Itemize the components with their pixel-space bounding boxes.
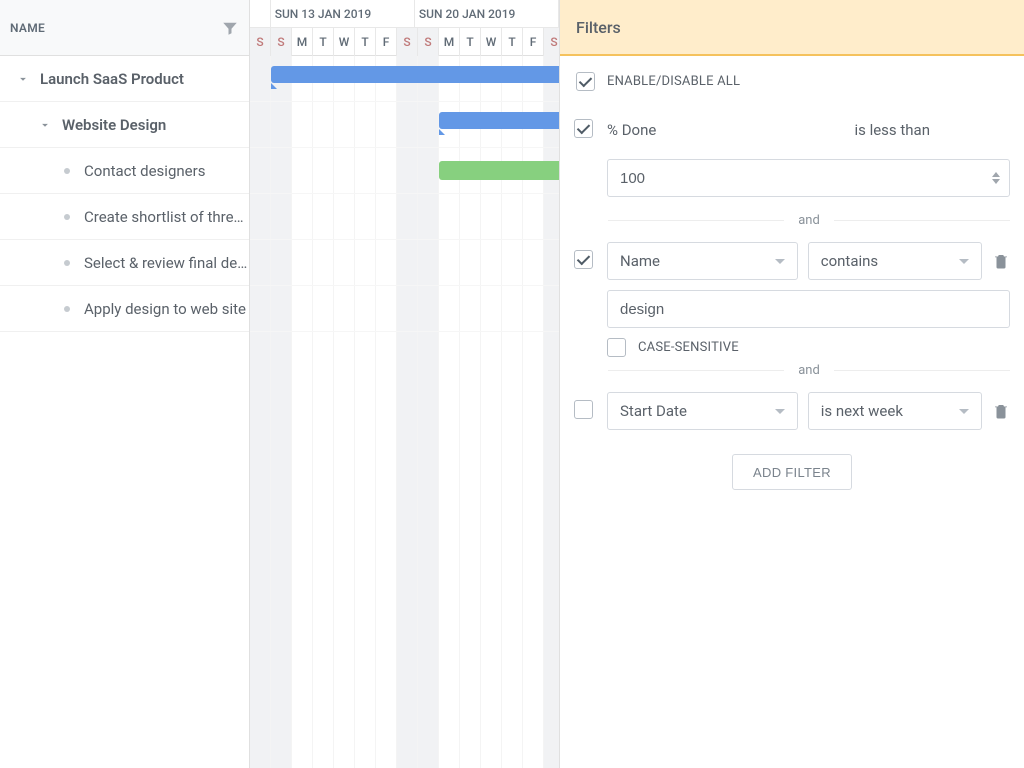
chevron-down-icon xyxy=(775,409,785,414)
stepper-down-icon[interactable] xyxy=(992,179,1000,184)
bullet-icon xyxy=(64,168,70,174)
filter-operator-select[interactable]: is next week xyxy=(808,392,982,430)
gantt-row[interactable] xyxy=(250,286,559,332)
filter-item: % Done is less than xyxy=(574,111,1010,207)
day-header: S xyxy=(397,28,418,56)
day-header: T xyxy=(355,28,376,56)
tree-label: Website Design xyxy=(62,116,166,134)
stepper-up-icon[interactable] xyxy=(992,172,1000,177)
bullet-icon xyxy=(64,306,70,312)
filters-panel: Filters ENABLE/DISABLE ALL % Done is less… xyxy=(560,0,1024,768)
task-tree-panel: NAME Launch SaaS Product Website Design Co… xyxy=(0,0,250,768)
timeline-body[interactable] xyxy=(250,56,559,332)
tree-row[interactable]: Website Design xyxy=(0,102,249,148)
day-header: T xyxy=(313,28,334,56)
gantt-bar[interactable] xyxy=(271,66,560,83)
filter-item: Name contains CASE-SENSITIVE xyxy=(574,242,1010,357)
day-header: S xyxy=(418,28,439,56)
filter-operator-select[interactable]: contains xyxy=(808,242,982,280)
tree-header-label: NAME xyxy=(10,21,45,35)
filter-value-input[interactable] xyxy=(607,159,1010,197)
day-header: S xyxy=(271,28,292,56)
chevron-down-icon xyxy=(959,409,969,414)
and-separator: and xyxy=(608,213,1010,228)
filters-title: Filters xyxy=(576,18,621,37)
filters-header: Filters xyxy=(560,0,1024,56)
tree-label: Select & review final design xyxy=(84,254,249,272)
chevron-down-icon xyxy=(959,259,969,264)
tree-row[interactable]: Contact designers xyxy=(0,148,249,194)
gantt-row[interactable] xyxy=(250,194,559,240)
tree-row[interactable]: Create shortlist of three designers xyxy=(0,194,249,240)
gantt-row[interactable] xyxy=(250,56,559,102)
gantt-row[interactable] xyxy=(250,240,559,286)
bullet-icon xyxy=(64,214,70,220)
filter-property-select[interactable]: Start Date xyxy=(607,392,798,430)
trash-icon[interactable] xyxy=(992,402,1010,420)
timeline-panel: SUN 13 JAN 2019SUN 20 JAN 2019 SSMTWTFSS… xyxy=(250,0,560,768)
add-filter-button[interactable]: ADD FILTER xyxy=(732,454,852,490)
week-header: SUN 13 JAN 2019 xyxy=(271,0,415,27)
tree-row[interactable]: Apply design to web site xyxy=(0,286,249,332)
tree-label: Contact designers xyxy=(84,162,205,180)
timeline-header: SUN 13 JAN 2019SUN 20 JAN 2019 SSMTWTFSS… xyxy=(250,0,559,56)
day-header: T xyxy=(502,28,523,56)
enable-all-checkbox[interactable] xyxy=(576,72,595,91)
chevron-down-icon[interactable] xyxy=(38,118,52,132)
filters-body: ENABLE/DISABLE ALL % Done is less than an… xyxy=(560,56,1024,768)
gantt-row[interactable] xyxy=(250,148,559,194)
gantt-bar[interactable] xyxy=(439,112,560,129)
week-header: SUN 20 JAN 2019 xyxy=(415,0,559,27)
tree-label: Create shortlist of three designers xyxy=(84,208,249,226)
tree-label: Launch SaaS Product xyxy=(40,70,184,88)
day-header: M xyxy=(439,28,460,56)
case-sensitive-checkbox[interactable] xyxy=(607,338,626,357)
filter-property-select[interactable]: Name xyxy=(607,242,798,280)
day-header: T xyxy=(460,28,481,56)
tree-header: NAME xyxy=(0,0,249,56)
chevron-down-icon xyxy=(775,259,785,264)
filter-icon[interactable] xyxy=(221,19,239,37)
day-header: W xyxy=(481,28,502,56)
bullet-icon xyxy=(64,260,70,266)
trash-icon[interactable] xyxy=(992,252,1010,270)
task-tree: Launch SaaS Product Website Design Contact… xyxy=(0,56,249,768)
filter-enable-checkbox[interactable] xyxy=(574,400,593,419)
enable-all-label: ENABLE/DISABLE ALL xyxy=(607,74,740,89)
day-header: W xyxy=(334,28,355,56)
day-header: F xyxy=(376,28,397,56)
day-header: F xyxy=(523,28,544,56)
gantt-bar[interactable] xyxy=(439,161,560,180)
tree-label: Apply design to web site xyxy=(84,300,246,318)
day-header: S xyxy=(250,28,271,56)
tree-row[interactable]: Launch SaaS Product xyxy=(0,56,249,102)
filter-operator-label: is less than xyxy=(854,121,930,139)
tree-row[interactable]: Select & review final design xyxy=(0,240,249,286)
case-sensitive-label: CASE-SENSITIVE xyxy=(638,340,739,355)
gantt-row[interactable] xyxy=(250,102,559,148)
chevron-down-icon[interactable] xyxy=(16,72,30,86)
day-header: S xyxy=(544,28,560,56)
filter-enable-checkbox[interactable] xyxy=(574,250,593,269)
week-header xyxy=(250,0,271,27)
day-header: M xyxy=(292,28,313,56)
and-separator: and xyxy=(608,363,1010,378)
filter-item: Start Date is next week xyxy=(574,392,1010,430)
filter-property-label: % Done xyxy=(607,121,677,139)
filter-value-input[interactable] xyxy=(607,290,1010,328)
filter-enable-checkbox[interactable] xyxy=(574,119,593,138)
